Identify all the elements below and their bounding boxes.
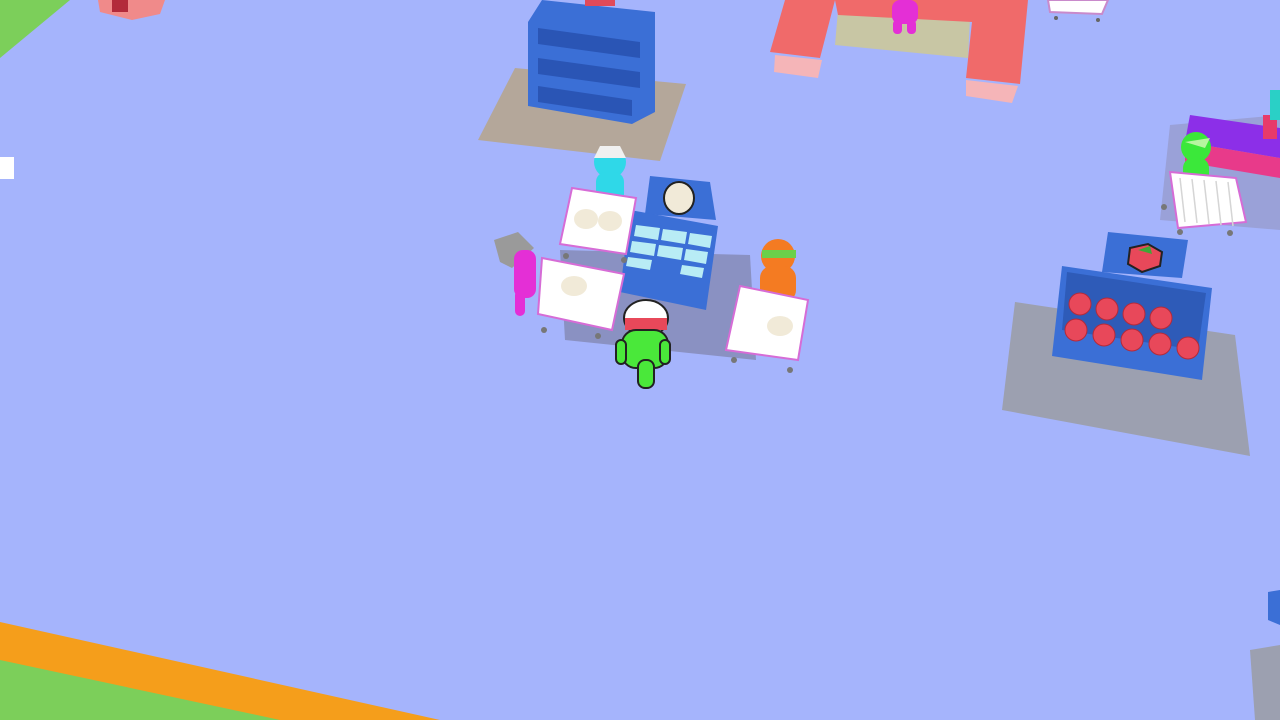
stand-edge-bottom-right	[1268, 590, 1280, 625]
game-viewport[interactable]	[0, 0, 1280, 720]
egg-icon	[663, 181, 695, 215]
item-edge-left	[0, 157, 14, 179]
stand-shadow-bottom-right	[1250, 645, 1280, 720]
empty-shelf[interactable]	[528, 0, 655, 124]
tomato-icon	[1126, 242, 1164, 274]
